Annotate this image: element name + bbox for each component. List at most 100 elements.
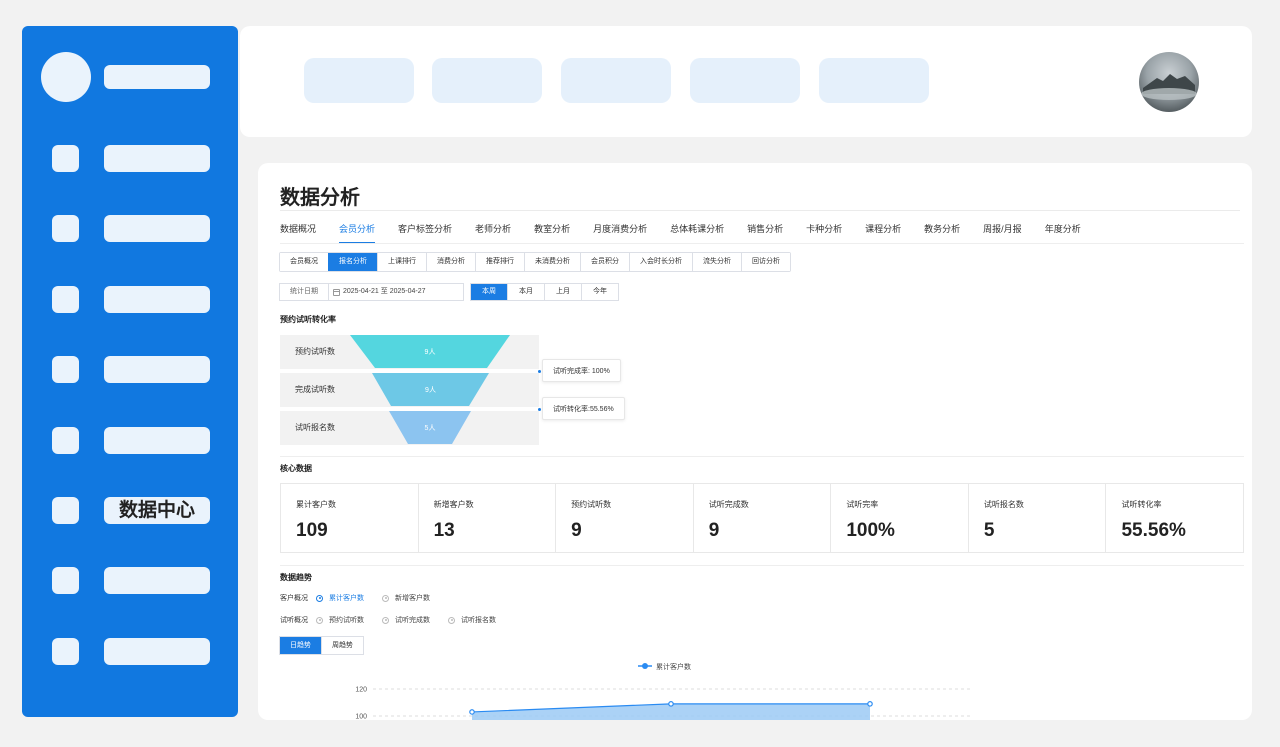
sidebar-item-icon bbox=[52, 567, 79, 594]
metric-value: 109 bbox=[296, 520, 328, 541]
sidebar-logo bbox=[41, 52, 91, 102]
sidebar: 数据中心 bbox=[22, 26, 238, 717]
sidebar-item-5[interactable] bbox=[22, 427, 238, 455]
funnel-stage-value: 5人 bbox=[425, 424, 436, 432]
sidebar-item-label bbox=[104, 427, 210, 454]
main-panel: 数据分析 数据概况 会员分析 客户标签分析 老师分析 教室分析 月度消费分析 总体耗课分析销… bbox=[258, 163, 1252, 720]
trend-chart: 累计客户数 100 120 bbox=[355, 662, 971, 721]
top-nav-item-3[interactable] bbox=[561, 58, 671, 103]
metric-card: 试听完成数 9 bbox=[692, 484, 831, 552]
callout-dot bbox=[538, 370, 541, 373]
sidebar-item-1[interactable] bbox=[22, 145, 238, 173]
sidebar-item-3[interactable] bbox=[22, 286, 238, 314]
sidebar-item-data-center[interactable]: 数据中心 bbox=[22, 497, 238, 525]
sidebar-item-icon bbox=[52, 286, 79, 313]
radio-group-label: 试听概况 bbox=[280, 617, 308, 624]
radio-option[interactable]: 累计客户数 bbox=[316, 593, 364, 603]
user-avatar[interactable] bbox=[1139, 52, 1199, 112]
mountain-icon bbox=[1141, 74, 1197, 100]
metric-value: 5 bbox=[983, 520, 995, 541]
radio-label: 新增客户数 bbox=[395, 595, 430, 602]
radio-button bbox=[382, 594, 389, 602]
sidebar-item-4[interactable] bbox=[22, 356, 238, 384]
radio-option[interactable]: 试听报名数 bbox=[448, 615, 496, 625]
radio-button bbox=[448, 616, 455, 624]
sidebar-item-label: 数据中心 bbox=[104, 497, 210, 524]
data-point bbox=[668, 701, 674, 707]
sidebar-item-8[interactable] bbox=[22, 638, 238, 666]
core-data-title: 核心数据 bbox=[280, 464, 312, 473]
subtab-7[interactable]: 会员积分 bbox=[580, 253, 629, 271]
trend-toggle-button[interactable]: 日趋势 bbox=[280, 637, 321, 654]
funnel-stage-value: 9人 bbox=[425, 348, 436, 356]
metric-value: 9 bbox=[571, 520, 582, 541]
sidebar-item-label bbox=[104, 145, 210, 172]
radio-label: 累计客户数 bbox=[329, 595, 364, 602]
tab-10[interactable]: 课程分析 bbox=[865, 222, 901, 244]
radio-group-label: 客户概况 bbox=[280, 595, 308, 602]
radio-button bbox=[316, 616, 323, 624]
funnel-callout-completion: 试听完成率: 100% bbox=[538, 359, 621, 382]
data-point bbox=[867, 701, 873, 707]
metric-label: 累计客户数 bbox=[296, 500, 336, 509]
metric-card: 预约试听数 9 bbox=[555, 484, 693, 552]
trend-toggle-button[interactable]: 周趋势 bbox=[321, 637, 363, 654]
sidebar-item-icon bbox=[52, 497, 79, 524]
sidebar-item-7[interactable] bbox=[22, 567, 238, 595]
metric-card: 累计客户数 109 bbox=[281, 484, 418, 552]
top-nav-item-4[interactable] bbox=[690, 58, 800, 103]
sidebar-item-icon bbox=[52, 356, 79, 383]
metric-card: 试听转化率 55.56% bbox=[1105, 484, 1243, 552]
tab-13[interactable]: 年度分析 bbox=[1045, 222, 1081, 244]
top-bar bbox=[240, 26, 1252, 137]
top-nav-item-2[interactable] bbox=[432, 58, 542, 103]
radio-option[interactable]: 预约试听数 bbox=[316, 615, 364, 625]
metric-label: 试听完成数 bbox=[708, 500, 749, 509]
sidebar-item-label bbox=[104, 215, 210, 242]
y-tick-label: 100 bbox=[355, 714, 367, 721]
data-point bbox=[469, 709, 475, 715]
sidebar-item-icon bbox=[52, 427, 79, 454]
callout-text: 试听完成率: 100% bbox=[553, 368, 610, 375]
tab-7[interactable]: 总体耗课分析 bbox=[670, 222, 724, 244]
sidebar-app-title bbox=[104, 65, 210, 89]
radio-button bbox=[316, 594, 323, 602]
funnel-chart: 9人 9人 5人 bbox=[350, 335, 510, 444]
divider bbox=[280, 456, 1244, 457]
sidebar-item-label bbox=[104, 286, 210, 313]
metric-label: 试听完率 bbox=[846, 500, 879, 509]
legend-marker bbox=[642, 663, 648, 669]
radio-option[interactable]: 试听完成数 bbox=[382, 615, 430, 625]
radio-label: 试听完成数 bbox=[395, 617, 430, 624]
funnel-stage-value: 9人 bbox=[425, 386, 436, 394]
metric-card: 试听完率 100% bbox=[830, 484, 968, 552]
metric-card: 试听报名数 5 bbox=[967, 484, 1106, 552]
tab-12[interactable]: 周报/月报 bbox=[983, 222, 1022, 244]
metric-label: 预约试听数 bbox=[571, 500, 612, 509]
period-button[interactable]: 今年 bbox=[581, 284, 618, 300]
callout-text: 试听转化率:55.56% bbox=[553, 406, 614, 413]
subtab-9[interactable]: 流失分析 bbox=[692, 253, 741, 271]
subtab-8[interactable]: 入会时长分析 bbox=[629, 253, 692, 271]
tab-11[interactable]: 教务分析 bbox=[924, 222, 960, 244]
tab-6[interactable]: 月度消费分析 bbox=[593, 222, 647, 244]
metric-card: 新增客户数 13 bbox=[417, 484, 556, 552]
subtab-10[interactable]: 回访分析 bbox=[741, 253, 790, 271]
customer-overview-options: 客户概况 累计客户数 新增客户数 bbox=[280, 593, 448, 603]
sidebar-item-icon bbox=[52, 215, 79, 242]
funnel-callout-conversion: 试听转化率:55.56% bbox=[538, 397, 625, 420]
metric-label: 试听转化率 bbox=[1121, 500, 1162, 509]
sidebar-item-label bbox=[104, 567, 210, 594]
divider bbox=[280, 565, 1244, 566]
radio-option[interactable]: 新增客户数 bbox=[382, 593, 430, 603]
radio-button bbox=[382, 616, 389, 624]
tab-8[interactable]: 销售分析 bbox=[747, 222, 783, 244]
sidebar-item-2[interactable] bbox=[22, 215, 238, 243]
tab-9[interactable]: 卡种分析 bbox=[806, 222, 842, 244]
top-nav-item-5[interactable] bbox=[819, 58, 929, 103]
legend-label: 累计客户数 bbox=[656, 662, 691, 671]
sidebar-item-label bbox=[104, 638, 210, 665]
top-nav-item-1[interactable] bbox=[304, 58, 414, 103]
callout-dot bbox=[538, 408, 541, 411]
metric-label: 新增客户数 bbox=[433, 500, 474, 509]
